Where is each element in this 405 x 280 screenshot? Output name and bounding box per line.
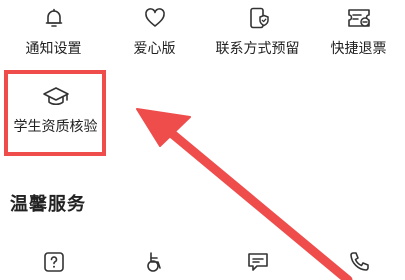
question-icon xyxy=(43,252,64,272)
help-item[interactable] xyxy=(3,250,104,274)
notification-settings-item[interactable]: 通知设置 xyxy=(3,6,104,58)
phone-shield-icon xyxy=(249,7,269,29)
message-item[interactable] xyxy=(207,250,308,274)
wheelchair-icon xyxy=(146,252,161,272)
notification-settings-label: 通知设置 xyxy=(25,41,82,57)
love-mode-item[interactable]: 爱心版 xyxy=(104,6,205,58)
accessibility-item[interactable] xyxy=(104,250,205,274)
contact-reserve-item[interactable]: 联系方式预留 xyxy=(207,6,308,58)
quick-refund-label: 快捷退票 xyxy=(330,41,387,57)
phone-icon xyxy=(349,252,369,271)
message-icon xyxy=(247,253,268,271)
heart-icon xyxy=(144,8,165,27)
highlight-box xyxy=(4,70,106,156)
call-item[interactable] xyxy=(308,250,405,274)
contact-reserve-label: 联系方式预留 xyxy=(215,41,300,57)
bell-icon xyxy=(45,8,62,27)
quick-refund-item[interactable]: 快捷退票 xyxy=(308,6,405,58)
ticket-refund-icon xyxy=(347,9,370,27)
love-mode-label: 爱心版 xyxy=(133,41,176,57)
section-title: 温馨服务 xyxy=(10,194,86,215)
